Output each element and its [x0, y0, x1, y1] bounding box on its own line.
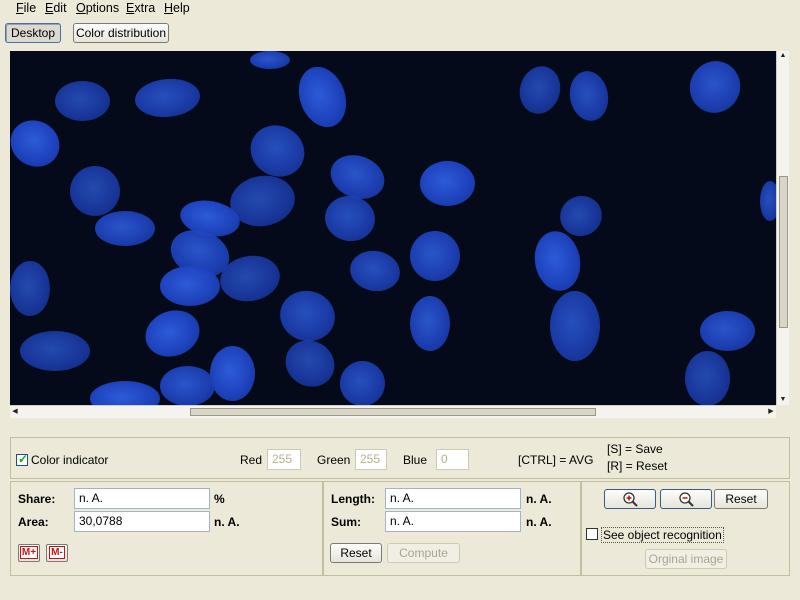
area-label: Area: — [18, 515, 49, 529]
cell-nucleus — [760, 181, 776, 221]
blue-field[interactable]: 0 — [436, 449, 469, 470]
scroll-left-icon[interactable]: ◀ — [10, 407, 20, 417]
cell-nucleus — [681, 52, 749, 122]
share-label: Share: — [18, 492, 56, 506]
menu-help[interactable]: Help — [164, 1, 190, 15]
scroll-right-icon[interactable]: ▶ — [766, 407, 776, 417]
zoom-out-icon — [679, 492, 694, 507]
zoom-reset-button[interactable]: Reset — [714, 489, 768, 509]
green-label: Green — [317, 453, 351, 467]
cell-nucleus — [346, 246, 404, 296]
image-viewport[interactable] — [10, 51, 776, 405]
cell-nucleus — [277, 331, 343, 396]
cell-nucleus — [530, 227, 585, 295]
blue-label: Blue — [403, 453, 428, 467]
cell-nucleus — [410, 231, 460, 281]
share-area-panel: Share: n. A. % Area: 30,0788 n. A. M+ M- — [10, 481, 323, 576]
cell-nucleus — [241, 115, 314, 187]
length-field[interactable]: n. A. — [385, 488, 521, 509]
vertical-scrollbar[interactable]: ▲ ▼ — [776, 51, 789, 405]
cell-nucleus — [700, 311, 755, 351]
length-unit: n. A. — [526, 492, 552, 506]
cell-nucleus — [55, 81, 110, 121]
cell-nucleus — [410, 296, 450, 351]
cell-nucleus — [685, 351, 730, 405]
zoom-panel: Reset See object recognition Orginal ima… — [581, 481, 790, 576]
menu-file[interactable]: File — [16, 1, 36, 15]
cell-nucleus — [160, 366, 215, 405]
menu-bar: File Edit Options Extra Help — [0, 0, 800, 18]
cell-nucleus — [550, 291, 600, 361]
cell-nucleus — [290, 60, 355, 134]
cell-nucleus — [90, 381, 160, 405]
cell-nucleus — [160, 266, 220, 306]
cell-nucleus — [133, 76, 202, 120]
ctrl-avg-hint: [CTRL] = AVG — [518, 453, 594, 467]
compute-button[interactable]: Compute — [387, 543, 460, 563]
color-indicator-checkbox[interactable]: ✓ — [16, 452, 29, 466]
cell-nucleus — [250, 51, 290, 69]
vertical-scroll-thumb[interactable] — [779, 176, 788, 328]
cell-nucleus — [565, 68, 613, 124]
area-field[interactable]: 30,0788 — [74, 511, 210, 532]
cell-nucleus — [420, 161, 475, 206]
length-reset-button[interactable]: Reset — [330, 543, 382, 563]
cell-nucleus — [20, 331, 90, 371]
menu-edit[interactable]: Edit — [45, 1, 67, 15]
cell-nucleus — [321, 192, 379, 245]
area-unit: n. A. — [214, 515, 240, 529]
zoom-in-button[interactable] — [604, 489, 656, 509]
sum-field[interactable]: n. A. — [385, 511, 521, 532]
zoom-out-button[interactable] — [660, 489, 712, 509]
share-unit: % — [214, 492, 225, 506]
menu-extra[interactable]: Extra — [126, 1, 155, 15]
checkmark-icon: ✓ — [18, 452, 29, 466]
zoom-in-icon — [623, 492, 638, 507]
sum-unit: n. A. — [526, 515, 552, 529]
cell-nucleus — [95, 211, 155, 246]
sum-label: Sum: — [331, 515, 361, 529]
original-image-button[interactable]: Orginal image — [645, 549, 727, 569]
length-label: Length: — [331, 492, 375, 506]
green-field[interactable]: 255 — [355, 449, 387, 470]
cell-nucleus — [138, 302, 207, 365]
desktop-button[interactable]: Desktop — [5, 23, 61, 43]
memory-subtract-button[interactable]: M- — [46, 544, 68, 562]
cell-nucleus — [274, 284, 341, 348]
object-recognition-label[interactable]: See object recognition — [601, 527, 724, 543]
menu-options[interactable]: Options — [76, 1, 119, 15]
memory-add-button[interactable]: M+ — [18, 544, 40, 562]
scroll-up-icon[interactable]: ▲ — [778, 51, 788, 61]
share-field[interactable]: n. A. — [74, 488, 210, 509]
length-sum-panel: Length: n. A. n. A. Sum: n. A. n. A. Res… — [323, 481, 581, 576]
cell-nucleus — [210, 346, 255, 401]
horizontal-scroll-thumb[interactable] — [190, 408, 596, 416]
scroll-down-icon[interactable]: ▼ — [778, 395, 788, 405]
object-recognition-checkbox[interactable] — [586, 528, 598, 540]
cell-nucleus — [514, 61, 566, 119]
red-field[interactable]: 255 — [267, 449, 301, 470]
cell-nucleus — [10, 261, 50, 316]
cell-nucleus — [10, 111, 68, 176]
save-hint: [S] = Save — [607, 442, 663, 456]
color-indicator-panel: ✓ Color indicator Red 255 Green 255 Blue… — [10, 437, 790, 479]
red-label: Red — [240, 453, 263, 467]
color-indicator-label: Color indicator — [31, 453, 109, 467]
color-distribution-button[interactable]: Color distribution — [73, 23, 169, 43]
horizontal-scrollbar[interactable]: ◀ ▶ — [10, 405, 776, 418]
reset-hint: [R] = Reset — [607, 459, 668, 473]
cell-nucleus — [340, 361, 385, 405]
